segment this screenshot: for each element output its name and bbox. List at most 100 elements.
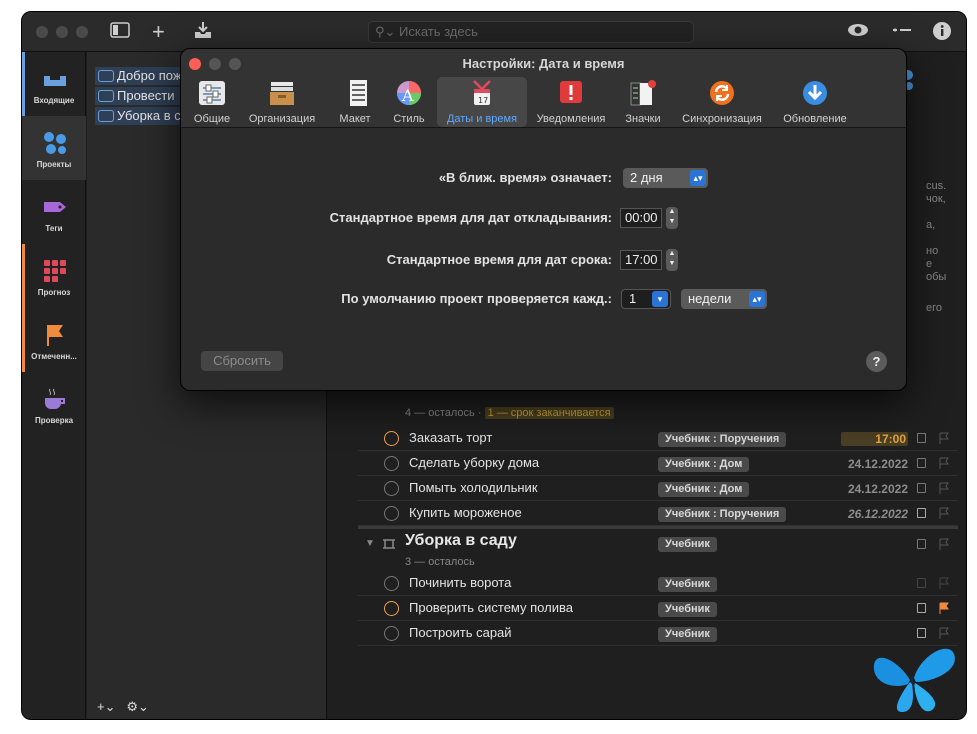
task-checkbox[interactable] xyxy=(384,576,399,591)
note-icon[interactable] xyxy=(917,483,926,493)
defer-time-field[interactable]: 00:00 xyxy=(620,208,662,228)
task-checkbox[interactable] xyxy=(384,506,399,521)
task-due-date[interactable]: 24.12.2022 xyxy=(848,482,908,496)
inbox-icon xyxy=(44,76,66,86)
task-title[interactable]: Проверить систему полива xyxy=(409,600,573,615)
close-button[interactable] xyxy=(36,26,48,38)
flag-icon[interactable] xyxy=(938,538,950,550)
sync-icon xyxy=(710,81,734,105)
project-group-row[interactable]: ▼ Уборка в саду Учебник 3 — осталось xyxy=(358,526,958,570)
sidebar-item-label: Входящие xyxy=(33,96,75,105)
tab-update[interactable]: Обновление xyxy=(779,77,851,127)
note-icon[interactable] xyxy=(917,508,926,518)
flag-icon[interactable] xyxy=(938,432,950,444)
reset-button[interactable]: Сбросить xyxy=(201,351,283,371)
tab-organization[interactable]: Организация xyxy=(244,77,320,127)
task-tag[interactable]: Учебник : Дом xyxy=(658,482,750,497)
inbox-download-icon[interactable] xyxy=(194,21,212,44)
task-checkbox[interactable] xyxy=(384,431,399,446)
disclosure-triangle-icon[interactable]: ▼ xyxy=(365,538,375,549)
eye-icon[interactable] xyxy=(847,21,869,43)
due-time-stepper[interactable]: ▲ ▼ xyxy=(666,249,678,271)
sidebar-item-label: Прогноз xyxy=(37,288,71,297)
add-menu-button[interactable]: +⌄ xyxy=(97,699,115,714)
flag-icon[interactable] xyxy=(938,577,950,589)
task-due-date[interactable]: 17:00 xyxy=(841,432,908,446)
tab-layout[interactable]: Макет xyxy=(333,77,377,127)
note-icon[interactable] xyxy=(917,539,926,549)
defer-time-label: Стандартное время для дат откладывания: xyxy=(329,210,612,225)
sidebar-item-tags[interactable]: Теги xyxy=(22,180,86,244)
task-title[interactable]: Починить ворота xyxy=(409,575,511,590)
task-due-date[interactable]: 24.12.2022 xyxy=(848,457,908,471)
flag-icon[interactable] xyxy=(938,457,950,469)
sidebar-item-projects[interactable]: Проекты xyxy=(22,116,86,180)
tab-general[interactable]: Общие xyxy=(189,77,235,127)
flag-icon[interactable] xyxy=(938,507,950,519)
note-icon[interactable] xyxy=(917,603,926,613)
task-checkbox[interactable] xyxy=(384,626,399,641)
review-unit-popup[interactable]: недели ▴▾ xyxy=(681,289,767,309)
task-row[interactable]: Починить ворота Учебник xyxy=(358,572,958,596)
task-row[interactable]: Сделать уборку дома Учебник : Дом 24.12.… xyxy=(358,452,958,476)
tab-style[interactable]: A Стиль xyxy=(387,77,431,127)
gear-icon[interactable]: ⚙⌄ xyxy=(126,699,149,714)
task-row[interactable]: Помыть холодильник Учебник : Дом 24.12.2… xyxy=(358,477,958,501)
note-icon[interactable] xyxy=(917,458,926,468)
task-row[interactable]: Купить мороженое Учебник : Поручения 26.… xyxy=(358,502,958,526)
task-title[interactable]: Помыть холодильник xyxy=(409,480,538,495)
task-title[interactable]: Заказать торт xyxy=(409,430,492,445)
task-title[interactable]: Сделать уборку дома xyxy=(409,455,539,470)
task-tag[interactable]: Учебник xyxy=(658,602,717,617)
defer-time-stepper[interactable]: ▲ ▼ xyxy=(666,207,678,229)
sidebar-item-flagged[interactable]: Отмеченн... xyxy=(22,308,86,372)
flag-icon xyxy=(47,325,63,346)
task-defer-date[interactable]: 26.12.2022 xyxy=(848,507,908,521)
sidebar-toggle-icon[interactable] xyxy=(110,21,130,43)
tab-dates-and-times[interactable]: 17 Даты и время xyxy=(437,77,527,127)
layout-icon xyxy=(343,80,367,106)
task-tag[interactable]: Учебник : Поручения xyxy=(658,432,787,447)
minimize-button[interactable] xyxy=(56,26,68,38)
task-title[interactable]: Построить сарай xyxy=(409,625,512,640)
search-input[interactable]: ⚲⌄ Искать здесь xyxy=(368,21,694,43)
clean-up-icon[interactable] xyxy=(892,21,912,43)
task-row[interactable]: Заказать торт Учебник : Поручения 17:00 xyxy=(358,427,958,451)
task-title[interactable]: Купить мороженое xyxy=(409,505,522,520)
task-tag[interactable]: Учебник : Поручения xyxy=(658,507,787,522)
task-tag[interactable]: Учебник xyxy=(658,577,717,592)
soon-popup[interactable]: 2 дня ▴▾ xyxy=(623,168,708,188)
help-button[interactable]: ? xyxy=(866,351,887,372)
project-title[interactable]: Уборка в саду xyxy=(405,532,517,550)
review-count-popup[interactable]: 1 ▾ xyxy=(621,289,671,309)
sidebar-item-label: Проекты xyxy=(36,160,72,169)
remaining-count: 3 — осталось xyxy=(405,556,475,568)
note-icon[interactable] xyxy=(917,433,926,443)
task-row[interactable]: Проверить систему полива Учебник xyxy=(358,597,958,621)
due-time-field[interactable]: 17:00 xyxy=(620,250,662,270)
alert-icon xyxy=(560,81,582,103)
task-checkbox[interactable] xyxy=(384,456,399,471)
window-title: Настройки: Дата и время xyxy=(462,56,625,71)
sidebar-item-forecast[interactable]: Прогноз xyxy=(22,244,86,308)
sidebar-item-review[interactable]: Проверка xyxy=(22,372,86,436)
flag-icon[interactable] xyxy=(938,602,950,614)
color-wheel-icon: A xyxy=(397,81,421,105)
sidebar-item-label: Теги xyxy=(45,224,63,233)
tab-badges[interactable]: Значки xyxy=(621,77,665,127)
tab-sync[interactable]: Синхронизация xyxy=(677,77,767,127)
sidebar-item-inbox[interactable]: Входящие xyxy=(22,52,86,116)
task-tag[interactable]: Учебник : Дом xyxy=(658,457,750,472)
task-tag[interactable]: Учебник xyxy=(658,627,717,642)
add-icon[interactable]: + xyxy=(152,21,165,43)
tab-notifications[interactable]: Уведомления xyxy=(533,77,609,127)
task-checkbox[interactable] xyxy=(384,601,399,616)
note-icon[interactable] xyxy=(917,578,926,588)
task-checkbox[interactable] xyxy=(384,481,399,496)
zoom-button[interactable] xyxy=(76,26,88,38)
search-placeholder: Искать здесь xyxy=(399,24,478,39)
svg-text:A: A xyxy=(401,86,414,105)
project-tag[interactable]: Учебник xyxy=(658,537,717,552)
flag-icon[interactable] xyxy=(938,482,950,494)
info-icon[interactable] xyxy=(932,21,952,46)
